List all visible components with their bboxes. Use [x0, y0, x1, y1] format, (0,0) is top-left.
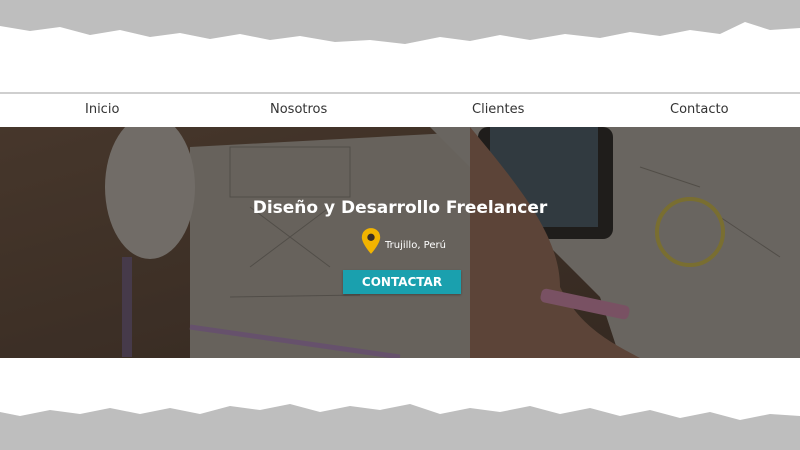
main-nav: Inicio Nosotros Clientes Contacto	[0, 92, 800, 128]
hero-banner: Diseño y Desarrollo Freelancer Trujillo,…	[0, 127, 800, 358]
nav-link-contacto[interactable]: Contacto	[670, 102, 729, 117]
location-text: Trujillo, Perú	[385, 239, 446, 251]
torn-edge-top	[0, 0, 800, 44]
nav-link-nosotros[interactable]: Nosotros	[270, 102, 327, 117]
torn-edge-bottom	[0, 404, 800, 450]
location-line: Trujillo, Perú	[360, 227, 446, 255]
nav-link-inicio[interactable]: Inicio	[85, 102, 119, 117]
nav-link-clientes[interactable]: Clientes	[472, 102, 524, 117]
contactar-button[interactable]: CONTACTAR	[343, 270, 461, 294]
hero-title: Diseño y Desarrollo Freelancer	[252, 198, 548, 218]
map-pin-icon	[361, 228, 381, 254]
